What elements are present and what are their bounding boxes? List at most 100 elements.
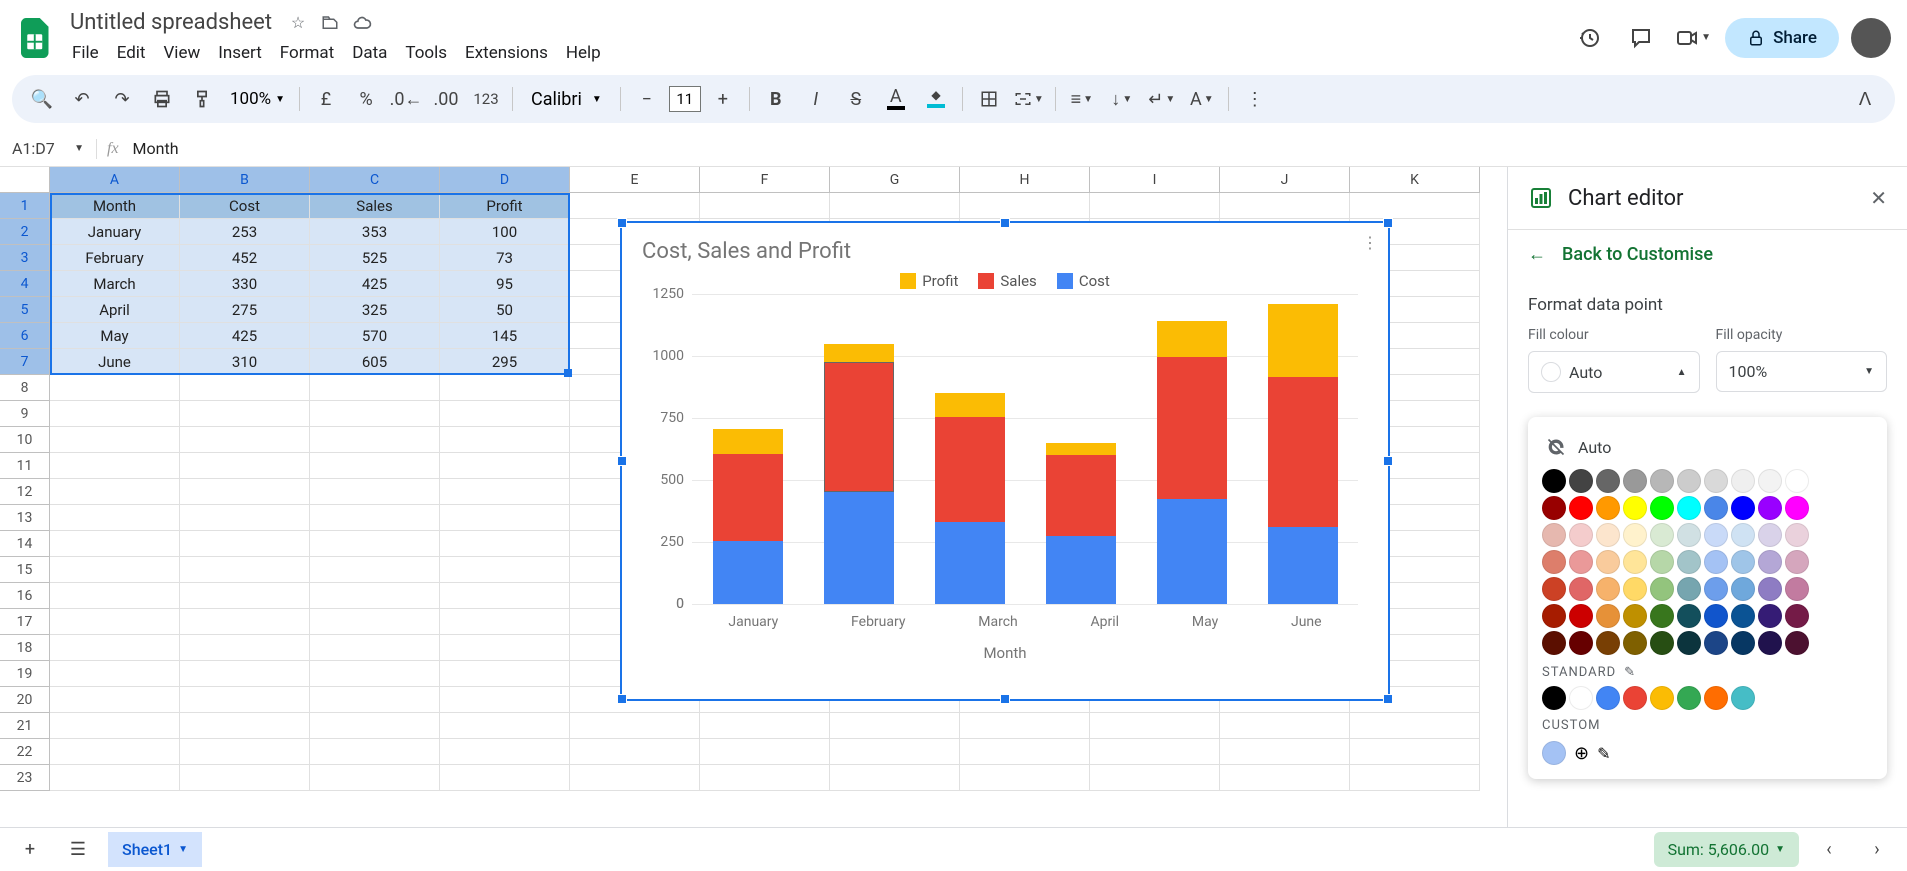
row-header[interactable]: 15 [0, 557, 50, 583]
star-icon[interactable]: ☆ [286, 11, 310, 35]
col-header[interactable]: H [960, 167, 1090, 193]
color-swatch[interactable] [1704, 604, 1728, 628]
cloud-status-icon[interactable] [350, 11, 374, 35]
cell[interactable] [50, 687, 180, 713]
color-swatch[interactable] [1677, 631, 1701, 655]
cell[interactable] [50, 479, 180, 505]
color-swatch[interactable] [1542, 741, 1566, 765]
sheets-logo[interactable] [16, 18, 56, 58]
cell[interactable] [180, 687, 310, 713]
row-header[interactable]: 17 [0, 609, 50, 635]
color-swatch[interactable] [1731, 469, 1755, 493]
cell[interactable]: 310 [180, 349, 310, 375]
cell[interactable] [180, 739, 310, 765]
legend-item[interactable]: Profit [900, 272, 958, 290]
color-swatch[interactable] [1569, 550, 1593, 574]
bar-segment-sales[interactable] [1157, 357, 1227, 498]
cell[interactable] [310, 635, 440, 661]
bar-segment-profit[interactable] [713, 429, 783, 454]
cell[interactable]: 330 [180, 271, 310, 297]
cell[interactable] [310, 427, 440, 453]
color-swatch[interactable] [1569, 523, 1593, 547]
cell[interactable] [310, 531, 440, 557]
color-swatch[interactable] [1704, 577, 1728, 601]
cell[interactable]: 100 [440, 219, 570, 245]
bar-segment-sales[interactable] [824, 362, 894, 492]
cell[interactable] [440, 557, 570, 583]
cell[interactable] [440, 765, 570, 791]
row-header[interactable]: 2 [0, 219, 50, 245]
cell[interactable] [440, 375, 570, 401]
color-swatch[interactable] [1650, 686, 1674, 710]
color-swatch[interactable] [1569, 631, 1593, 655]
row-header[interactable]: 9 [0, 401, 50, 427]
color-swatch[interactable] [1785, 550, 1809, 574]
color-swatch[interactable] [1542, 496, 1566, 520]
color-swatch[interactable] [1704, 523, 1728, 547]
color-swatch[interactable] [1785, 577, 1809, 601]
cell[interactable] [50, 453, 180, 479]
cell[interactable] [1350, 713, 1480, 739]
bar-segment-cost[interactable] [935, 522, 1005, 604]
cell[interactable] [50, 765, 180, 791]
color-swatch[interactable] [1758, 604, 1782, 628]
color-swatch[interactable] [1785, 523, 1809, 547]
color-swatch[interactable] [1569, 496, 1593, 520]
row-header[interactable]: 5 [0, 297, 50, 323]
cell[interactable]: 253 [180, 219, 310, 245]
cell[interactable]: 295 [440, 349, 570, 375]
cell[interactable] [310, 765, 440, 791]
cell[interactable] [440, 739, 570, 765]
cell[interactable] [440, 505, 570, 531]
cell[interactable] [50, 713, 180, 739]
row-header[interactable]: 23 [0, 765, 50, 791]
row-header[interactable]: 6 [0, 323, 50, 349]
account-avatar[interactable] [1851, 18, 1891, 58]
cell[interactable] [440, 687, 570, 713]
cell[interactable] [960, 765, 1090, 791]
menu-tools[interactable]: Tools [397, 39, 455, 67]
close-sidebar-icon[interactable]: ✕ [1870, 186, 1887, 210]
color-swatch[interactable] [1704, 496, 1728, 520]
col-header[interactable]: J [1220, 167, 1350, 193]
cell[interactable] [440, 401, 570, 427]
row-header[interactable]: 21 [0, 713, 50, 739]
increase-font-icon[interactable]: + [705, 81, 741, 117]
add-custom-color-icon[interactable]: ⊕ [1574, 743, 1589, 764]
col-header[interactable]: B [180, 167, 310, 193]
row-header[interactable]: 8 [0, 375, 50, 401]
color-swatch[interactable] [1677, 469, 1701, 493]
cell[interactable]: 525 [310, 245, 440, 271]
text-wrap-icon[interactable]: ↵▼ [1144, 81, 1180, 117]
cell[interactable]: 50 [440, 297, 570, 323]
cell[interactable] [440, 583, 570, 609]
font-select[interactable]: Calibri▼ [521, 89, 612, 110]
cell[interactable] [440, 479, 570, 505]
color-swatch[interactable] [1758, 523, 1782, 547]
color-swatch[interactable] [1758, 496, 1782, 520]
cell[interactable] [310, 505, 440, 531]
color-swatch[interactable] [1650, 469, 1674, 493]
row-header[interactable]: 19 [0, 661, 50, 687]
currency-icon[interactable]: £ [308, 81, 344, 117]
color-swatch[interactable] [1650, 577, 1674, 601]
color-swatch[interactable] [1596, 550, 1620, 574]
color-swatch[interactable] [1731, 631, 1755, 655]
cell[interactable] [180, 583, 310, 609]
cell[interactable]: March [50, 271, 180, 297]
cell[interactable]: 325 [310, 297, 440, 323]
row-header[interactable]: 3 [0, 245, 50, 271]
bar-segment-profit[interactable] [824, 344, 894, 362]
cell[interactable] [1220, 713, 1350, 739]
text-color-icon[interactable]: A [878, 81, 914, 117]
cell[interactable] [180, 609, 310, 635]
color-swatch[interactable] [1785, 631, 1809, 655]
cell[interactable]: January [50, 219, 180, 245]
color-swatch[interactable] [1731, 523, 1755, 547]
cell[interactable] [830, 739, 960, 765]
cell[interactable] [310, 479, 440, 505]
cell[interactable]: 353 [310, 219, 440, 245]
color-swatch[interactable] [1623, 631, 1647, 655]
col-header[interactable]: E [570, 167, 700, 193]
resize-handle[interactable] [617, 218, 627, 228]
